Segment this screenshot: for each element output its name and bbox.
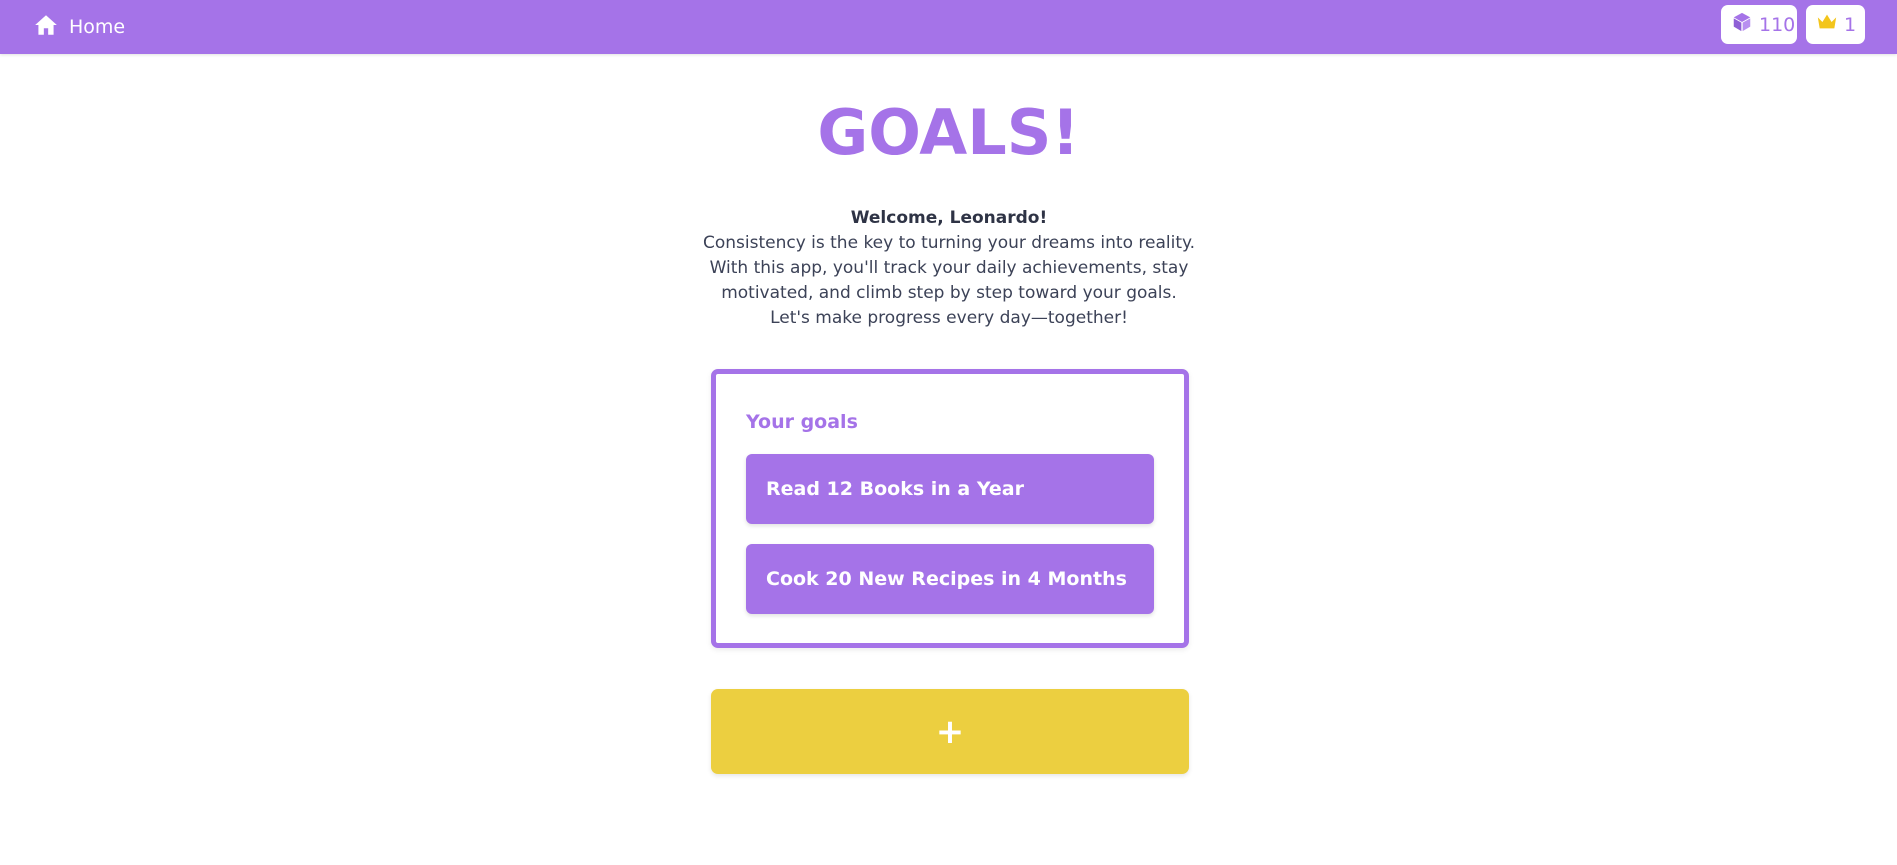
crown-count: 1 — [1844, 13, 1857, 36]
goal-item[interactable]: Read 12 Books in a Year — [746, 454, 1154, 524]
goals-heading: Your goals — [746, 411, 858, 433]
intro-line: With this app, you'll track your daily a… — [709, 258, 1189, 278]
cubes-count: 110 — [1759, 13, 1796, 36]
intro-text: Welcome, Leonardo! Consistency is the ke… — [698, 206, 1200, 331]
cube-icon — [1731, 11, 1759, 38]
intro-line: Consistency is the key to turning your d… — [702, 233, 1196, 253]
goals-card: Your goals Read 12 Books in a Year Cook … — [711, 369, 1189, 648]
add-goal-button[interactable]: + — [711, 689, 1189, 774]
welcome-message: Welcome, Leonardo! — [850, 208, 1048, 228]
crown-counter[interactable]: 1 — [1806, 5, 1865, 44]
intro-line: motivated, and climb step by step toward… — [721, 283, 1177, 303]
cubes-counter[interactable]: 110 — [1721, 5, 1797, 44]
home-link[interactable]: Home — [33, 12, 125, 42]
intro-line: Let's make progress every day—together! — [770, 308, 1128, 328]
home-label: Home — [69, 16, 126, 38]
crown-icon — [1816, 11, 1844, 38]
page-title: GOALS! — [817, 96, 1080, 169]
goal-item[interactable]: Cook 20 New Recipes in 4 Months — [746, 544, 1154, 614]
home-icon — [33, 12, 59, 42]
top-navbar: Home 110 1 — [0, 0, 1897, 54]
